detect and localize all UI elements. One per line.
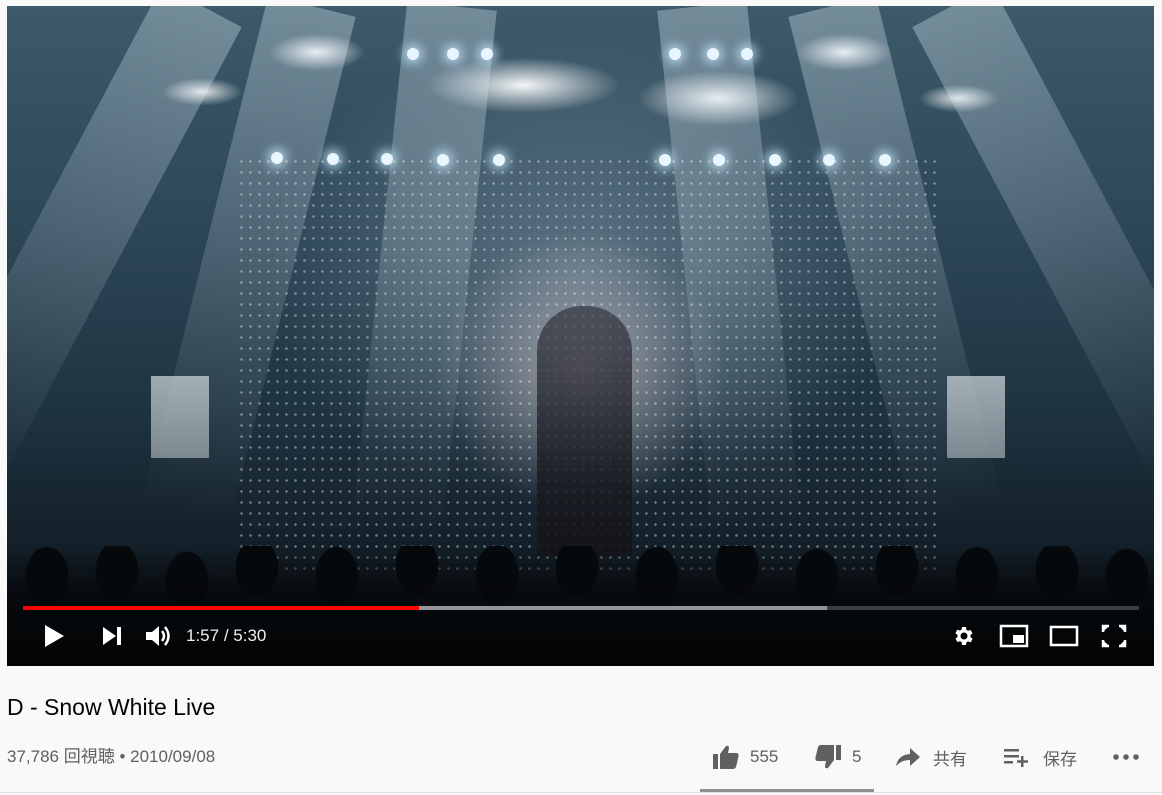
upload-date: 2010/09/08 [130, 747, 216, 766]
gear-icon [955, 627, 973, 645]
theater-mode-button[interactable] [1044, 618, 1084, 654]
time-total: 5:30 [233, 626, 267, 645]
time-current: 1:57 [186, 626, 220, 645]
thumbs-down-icon [815, 745, 841, 769]
dislike-button[interactable]: 5 [814, 737, 861, 777]
share-button[interactable]: 共有 [895, 737, 967, 777]
miniplayer-icon [999, 624, 1029, 648]
play-button[interactable] [36, 618, 72, 654]
progress-played [23, 606, 420, 610]
more-horizontal-icon [1113, 754, 1139, 760]
video-meta: 37,786 回視聴 • 2010/09/08 [7, 742, 215, 767]
settings-button[interactable] [946, 618, 982, 654]
stage-banner [947, 376, 1005, 458]
time-separator: / [219, 626, 234, 645]
video-title: D - Snow White Live [7, 694, 216, 720]
fullscreen-button[interactable] [1096, 618, 1132, 654]
video-player[interactable] [7, 6, 1154, 666]
next-icon [103, 627, 121, 645]
share-icon [896, 748, 920, 766]
volume-button[interactable] [140, 618, 176, 654]
like-count: 555 [750, 747, 779, 766]
next-button[interactable] [94, 618, 130, 654]
time-display: 1:57 / 5:30 [186, 618, 266, 654]
spotlight [447, 48, 459, 60]
stage-banner [151, 376, 209, 458]
spotlight [481, 48, 493, 60]
divider [0, 792, 1162, 793]
theater-mode-icon [1049, 625, 1079, 647]
spotlight [707, 48, 719, 60]
volume-icon [146, 626, 170, 646]
fullscreen-icon [1101, 624, 1127, 648]
like-button[interactable]: 555 [712, 737, 778, 777]
miniplayer-button[interactable] [996, 618, 1032, 654]
more-actions-button[interactable] [1112, 737, 1140, 777]
spotlight [407, 48, 419, 60]
stage-throne [537, 306, 632, 556]
spotlight [741, 48, 753, 60]
progress-bar[interactable] [23, 606, 1139, 610]
save-button[interactable]: 保存 [1003, 737, 1077, 777]
thumbs-up-icon [713, 745, 739, 769]
save-label: 保存 [1043, 749, 1077, 769]
spotlight [669, 48, 681, 60]
dislike-count: 5 [852, 747, 862, 766]
view-count: 37,786 回視聴 [7, 747, 115, 766]
play-icon [45, 625, 64, 647]
share-label: 共有 [933, 749, 967, 769]
meta-separator: • [114, 747, 131, 766]
playlist-add-icon [1004, 749, 1028, 767]
